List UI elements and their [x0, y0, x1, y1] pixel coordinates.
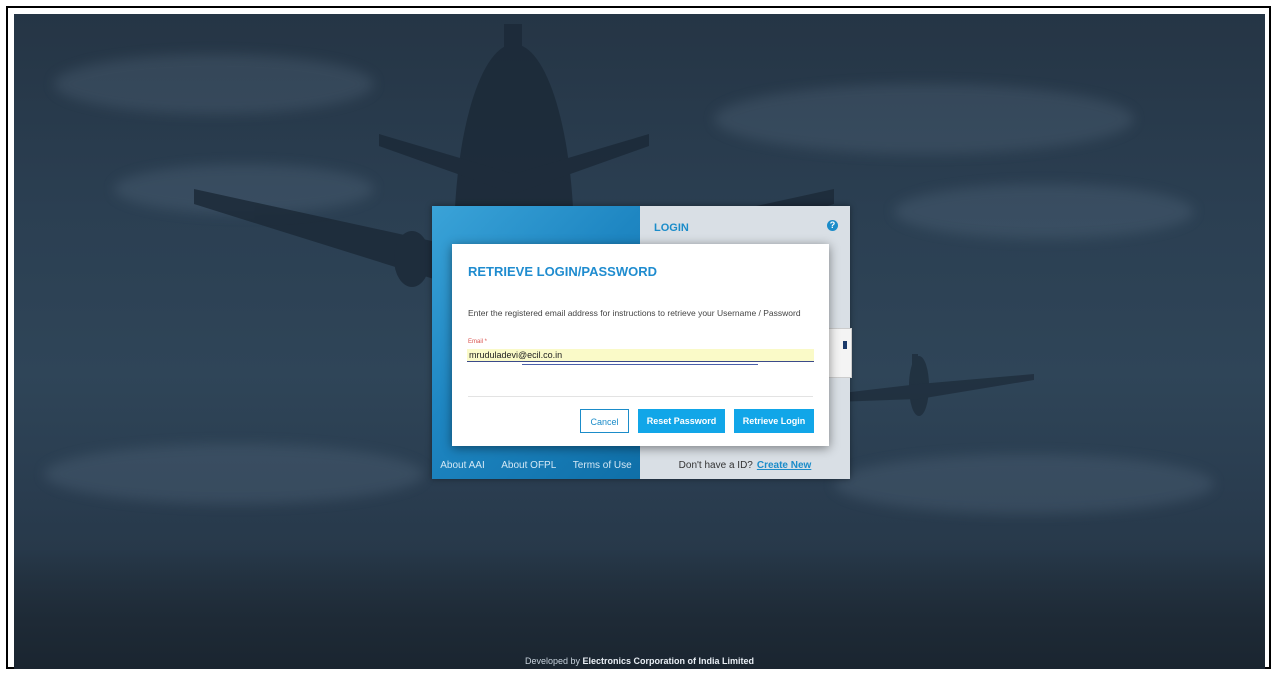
about-aai-link[interactable]: About AAI: [440, 460, 484, 471]
captcha-widget: [827, 328, 852, 378]
login-title: LOGIN: [654, 222, 689, 234]
credit-company: Electronics Corporation of India Limited: [582, 656, 755, 666]
dialog-description: Enter the registered email address for i…: [468, 308, 801, 318]
signup-prompt: Don't have a ID? Create New: [640, 460, 850, 471]
developer-credit: Developed by Electronics Corporation of …: [0, 656, 1279, 666]
captcha-logo-icon: [843, 341, 847, 349]
email-field[interactable]: [467, 349, 814, 362]
dialog-title: RETRIEVE LOGIN/PASSWORD: [468, 264, 657, 279]
retrieve-login-dialog: RETRIEVE LOGIN/PASSWORD Enter the regist…: [452, 244, 829, 446]
no-id-text: Don't have a ID?: [678, 460, 753, 471]
credit-prefix: Developed by: [524, 656, 580, 666]
cancel-button[interactable]: Cancel: [580, 409, 629, 433]
login-footer-links: About AAI About OFPL Terms of Use: [432, 460, 640, 471]
question-circle-icon[interactable]: ?: [827, 220, 838, 231]
runway-ground: [14, 549, 1265, 669]
dialog-divider: [468, 396, 813, 397]
create-new-link[interactable]: Create New: [757, 460, 811, 471]
input-focus-underline: [522, 364, 758, 365]
retrieve-login-button[interactable]: Retrieve Login: [734, 409, 814, 433]
reset-password-button[interactable]: Reset Password: [638, 409, 725, 433]
terms-of-use-link[interactable]: Terms of Use: [573, 460, 632, 471]
email-label: Email *: [468, 339, 488, 345]
distant-airplane: [834, 354, 1034, 416]
about-ofpl-link[interactable]: About OFPL: [501, 460, 556, 471]
